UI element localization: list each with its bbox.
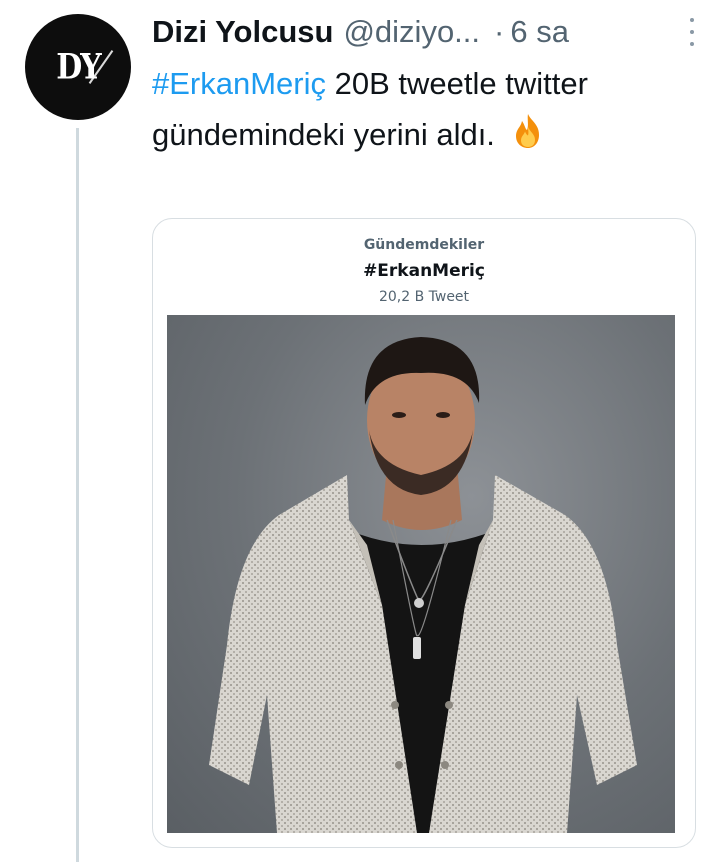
avatar-initials: DY [56, 46, 101, 88]
hashtag-link[interactable]: #ErkanMeriç [152, 66, 326, 101]
media-card[interactable]: Gündemdekiler #ErkanMeriç 20,2 B Tweet [152, 218, 696, 848]
tweet-header: Dizi Yolcusu @diziyo... · 6 sa [152, 10, 702, 54]
more-options-icon[interactable] [682, 18, 702, 46]
thread-line [76, 128, 79, 862]
fire-icon [508, 111, 548, 166]
trend-category: Gündemdekiler [363, 237, 485, 253]
author-handle[interactable]: @diziyo... [343, 14, 480, 50]
avatar[interactable]: DY [25, 14, 131, 120]
trend-hashtag: #ErkanMeriç [363, 261, 485, 281]
man-in-white-tweed-jacket-photo[interactable] [167, 315, 675, 833]
separator-dot: · [494, 14, 505, 49]
author-name[interactable]: Dizi Yolcusu [152, 14, 333, 50]
tweet-text: #ErkanMeriç 20B tweetle twitter gündemin… [152, 58, 672, 166]
tweet-time[interactable]: 6 sa [510, 14, 569, 50]
trend-tweet-count: 20,2 B Tweet [378, 289, 470, 305]
